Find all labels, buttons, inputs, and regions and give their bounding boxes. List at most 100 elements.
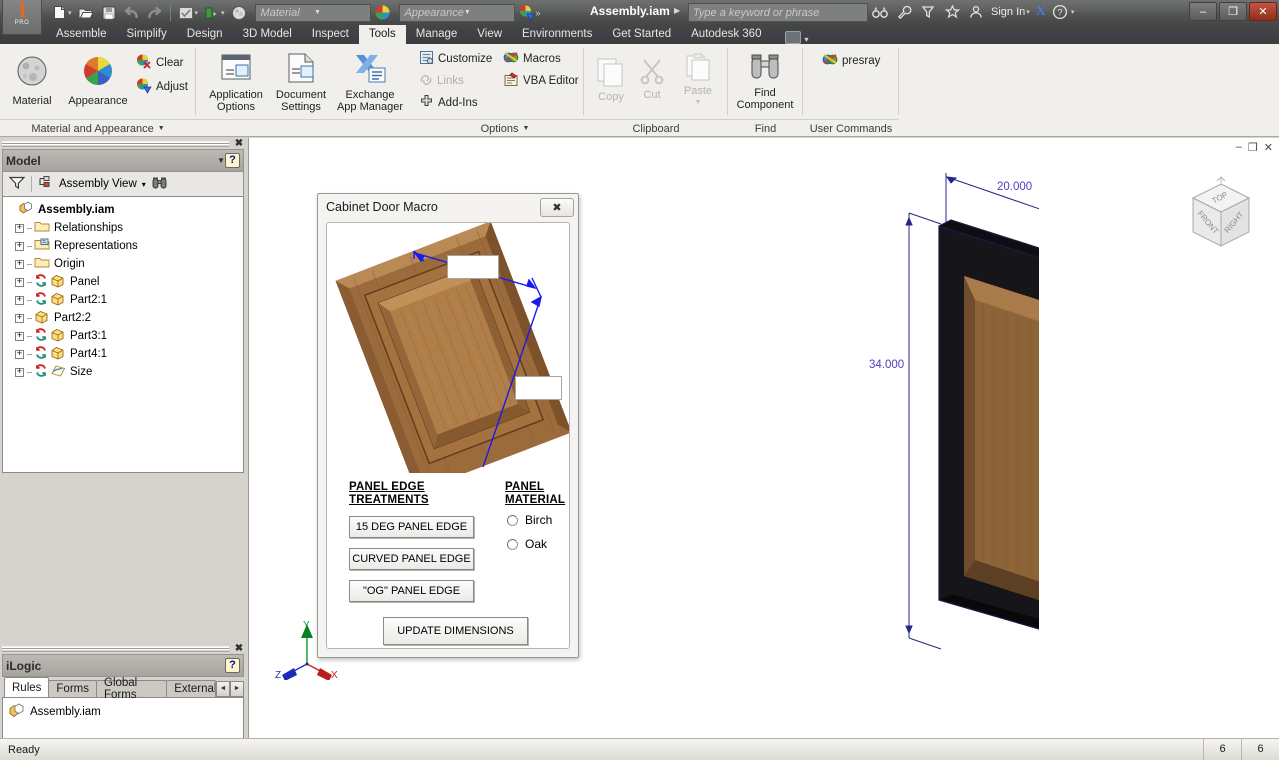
- tab-get-started[interactable]: Get Started: [602, 25, 681, 44]
- tree-item-part3-1[interactable]: + Part3:1: [7, 327, 241, 345]
- cabinet-door-model[interactable]: 20.000 34.000 2.000: [619, 168, 1039, 728]
- search-docs-icon[interactable]: [870, 2, 890, 22]
- tree-item-relationships[interactable]: + Relationships: [7, 219, 241, 237]
- tree-item-part4-1[interactable]: + Part4:1: [7, 345, 241, 363]
- height-input[interactable]: [515, 376, 562, 400]
- exchange-icon[interactable]: X: [1036, 4, 1046, 20]
- appearance-adjust-icon[interactable]: [516, 2, 538, 23]
- maximize-button[interactable]: ❐: [1219, 2, 1247, 21]
- tree-item-origin[interactable]: + Origin: [7, 255, 241, 273]
- expander-icon[interactable]: +: [15, 223, 24, 233]
- tab-view[interactable]: View: [467, 25, 512, 44]
- chevron-down-icon[interactable]: ▼: [464, 9, 512, 16]
- og-panel-edge-button[interactable]: "OG" PANEL EDGE: [349, 580, 474, 602]
- tab-external[interactable]: External: [166, 680, 216, 697]
- help-caret[interactable]: ▾: [1071, 8, 1075, 16]
- tree-item-size[interactable]: + Size: [7, 363, 241, 381]
- help-icon[interactable]: ?: [1050, 2, 1070, 22]
- new-dropdown-caret[interactable]: ▾: [68, 9, 72, 17]
- tab-design[interactable]: Design: [177, 25, 233, 44]
- tab-next-icon[interactable]: ►: [230, 681, 244, 697]
- material-combo[interactable]: Material ▼: [254, 3, 371, 22]
- tree-item-part2-1[interactable]: + Part2:1: [7, 291, 241, 309]
- undo-icon[interactable]: [121, 2, 143, 23]
- minimize-button[interactable]: –: [1189, 2, 1217, 21]
- application-menu-button[interactable]: I PRO: [2, 0, 42, 35]
- update-dropdown-caret[interactable]: ▾: [195, 9, 199, 17]
- close-button[interactable]: ✕: [1249, 2, 1277, 21]
- cloud-caret-icon[interactable]: ▾: [804, 35, 808, 44]
- customize-button[interactable]: Customize: [414, 48, 497, 70]
- clear-button[interactable]: Clear: [130, 52, 188, 74]
- curved-panel-edge-button[interactable]: CURVED PANEL EDGE: [349, 548, 474, 570]
- tree-item-representations[interactable]: + Representations: [7, 237, 241, 255]
- mdi-restore-button[interactable]: ❐: [1248, 141, 1258, 154]
- save-icon[interactable]: [98, 2, 120, 23]
- presray-button[interactable]: presray: [817, 50, 885, 72]
- graphics-viewport[interactable]: – ❐ ✕ TOP FRONT RIGHT 20.000 34.000 X Y …: [248, 138, 1279, 738]
- close-icon[interactable]: ✖: [232, 138, 246, 149]
- appearance-sphere-icon[interactable]: [228, 2, 250, 23]
- expander-icon[interactable]: +: [15, 295, 24, 305]
- model-browser-caret-icon[interactable]: ▼: [217, 156, 225, 165]
- addins-button[interactable]: Add-Ins: [414, 92, 483, 114]
- cloud-icon[interactable]: [785, 31, 802, 44]
- help-icon[interactable]: ?: [225, 658, 240, 673]
- update-dimensions-button[interactable]: UPDATE DIMENSIONS: [383, 617, 528, 645]
- expander-icon[interactable]: +: [15, 313, 24, 323]
- user-icon[interactable]: [966, 2, 986, 22]
- expander-icon[interactable]: +: [15, 277, 24, 287]
- macros-button[interactable]: Macros: [498, 48, 566, 70]
- panel-caption-material-and-appearance[interactable]: Material and Appearance ▼: [0, 119, 196, 137]
- expander-icon[interactable]: +: [15, 241, 24, 251]
- redo-icon[interactable]: [144, 2, 166, 23]
- tab-assemble[interactable]: Assemble: [46, 25, 117, 44]
- mdi-close-button[interactable]: ✕: [1264, 141, 1273, 154]
- expander-icon[interactable]: +: [15, 331, 24, 341]
- tab-prev-icon[interactable]: ◄: [216, 681, 230, 697]
- panel-dropdown-caret-icon[interactable]: ▼: [158, 125, 165, 132]
- application-options-button[interactable]: Application Options: [202, 48, 270, 114]
- funnel-icon[interactable]: [8, 175, 26, 194]
- tab-manage[interactable]: Manage: [406, 25, 468, 44]
- 15-deg-panel-edge-button[interactable]: 15 DEG PANEL EDGE: [349, 516, 474, 538]
- return-dropdown-caret[interactable]: ▾: [221, 9, 225, 17]
- update-icon[interactable]: [175, 2, 197, 23]
- tab-environments[interactable]: Environments: [512, 25, 602, 44]
- panel-dropdown-caret-icon[interactable]: ▼: [522, 125, 529, 132]
- open-icon[interactable]: [75, 2, 97, 23]
- exchange-app-manager-button[interactable]: Exchange App Manager: [330, 48, 410, 114]
- qat-overflow-icon[interactable]: »: [536, 8, 541, 18]
- model-browser-grip[interactable]: ✖: [0, 138, 246, 149]
- close-icon[interactable]: ✖: [232, 643, 246, 654]
- oak-radio[interactable]: Oak: [507, 537, 547, 551]
- tab-global-forms[interactable]: Global Forms: [96, 677, 168, 701]
- star-icon[interactable]: [942, 2, 962, 22]
- tree-item-panel[interactable]: + Panel: [7, 273, 241, 291]
- tab-tools[interactable]: Tools: [358, 25, 406, 44]
- wrench-icon[interactable]: [894, 2, 914, 22]
- help-icon[interactable]: ?: [225, 153, 240, 168]
- expander-icon[interactable]: +: [15, 367, 24, 377]
- adjust-button[interactable]: Adjust: [130, 76, 193, 98]
- tree-item-assembly[interactable]: Assembly.iam: [7, 201, 241, 219]
- cabinet-door-macro-dialog[interactable]: Cabinet Door Macro ✖ PANEL EDGE TREATMEN…: [317, 193, 579, 658]
- binoculars-icon[interactable]: [151, 176, 168, 193]
- model-browser-tree[interactable]: Assembly.iam + Relationships + Represent…: [2, 196, 244, 473]
- vba-editor-button[interactable]: VBA Editor: [498, 70, 584, 92]
- sign-in-caret[interactable]: ▾: [1026, 8, 1030, 16]
- search-input[interactable]: Type a keyword or phrase: [688, 3, 868, 22]
- width-input[interactable]: [447, 255, 499, 279]
- assembly-view-label[interactable]: Assembly View: [59, 178, 137, 190]
- tab-3d-model[interactable]: 3D Model: [233, 25, 302, 44]
- material-button[interactable]: Material: [0, 50, 64, 108]
- mdi-minimize-button[interactable]: –: [1236, 141, 1242, 154]
- sign-in-button[interactable]: Sign In: [991, 6, 1025, 18]
- new-icon[interactable]: [48, 2, 70, 23]
- tab-forms[interactable]: Forms: [48, 680, 97, 697]
- list-item[interactable]: Assembly.iam: [8, 703, 238, 721]
- color-wheel-icon[interactable]: [372, 2, 394, 23]
- tree-item-part2-2[interactable]: + Part2:2: [7, 309, 241, 327]
- chevron-down-icon[interactable]: ▼: [314, 9, 368, 16]
- birch-radio[interactable]: Birch: [507, 513, 552, 527]
